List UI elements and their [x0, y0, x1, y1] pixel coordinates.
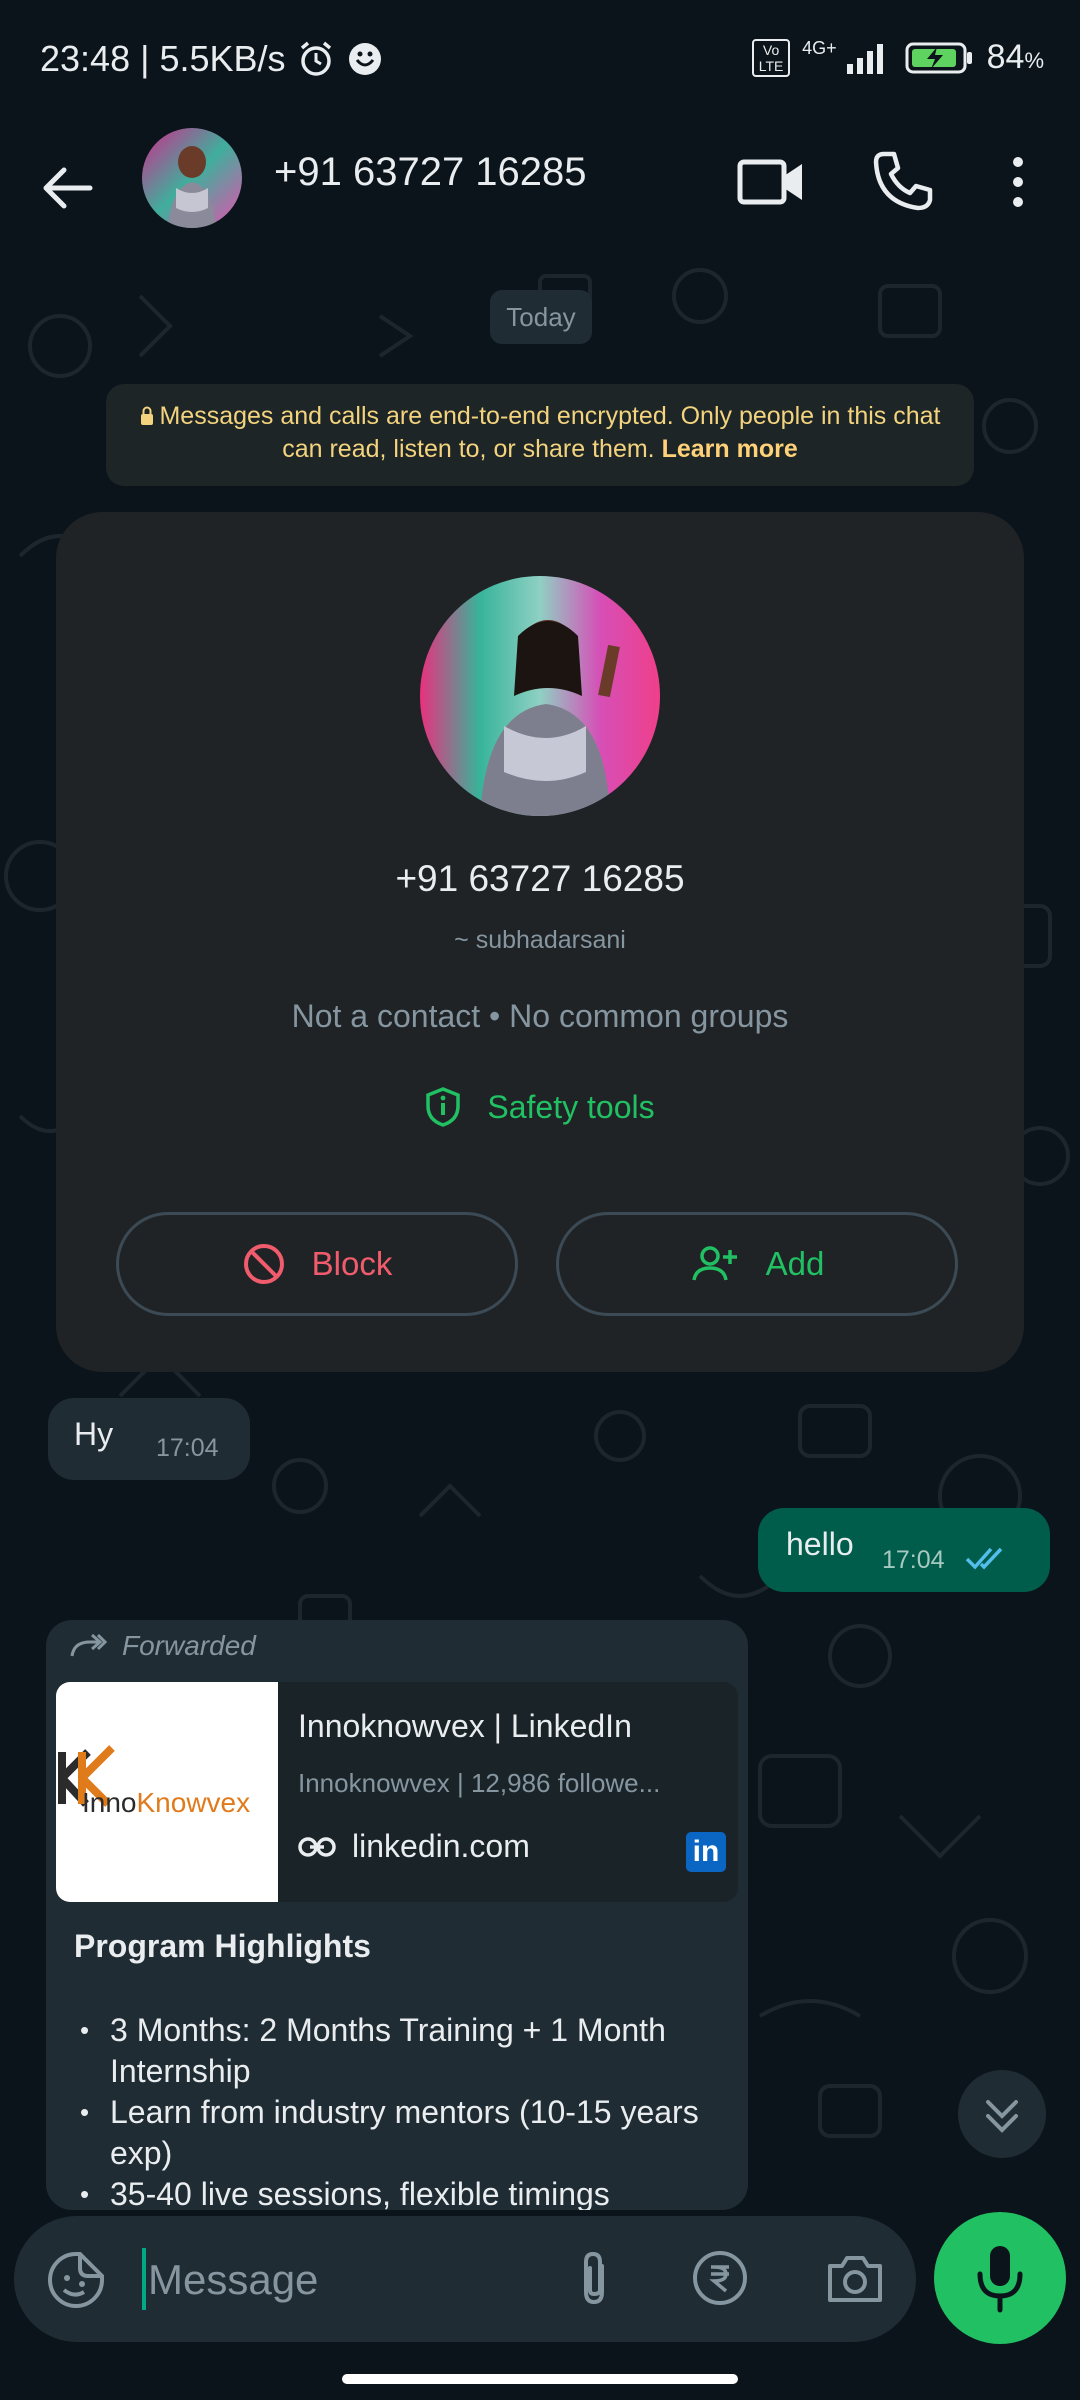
encryption-notice[interactable]: Messages and calls are end-to-end encryp… — [106, 384, 974, 486]
block-label: Block — [311, 1245, 393, 1282]
alarm-icon — [300, 41, 331, 76]
forwarded-label: Forwarded — [68, 1630, 256, 1662]
status-speed: 5.5KB/s — [159, 38, 286, 79]
lock-icon — [141, 406, 154, 425]
double-tick-icon — [965, 1547, 1003, 1570]
message-composer — [14, 2216, 916, 2342]
scroll-to-bottom-button[interactable] — [958, 2070, 1046, 2158]
link-description: Innoknowvex | 12,986 followe... — [298, 1768, 661, 1798]
video-call-icon[interactable] — [736, 152, 806, 212]
linkedin-icon: in — [686, 1832, 726, 1872]
contact-info-card: +91 63727 16285 ~ subhadarsani Not a con… — [56, 512, 1024, 1372]
link-thumbnail: InnoKnowvex — [56, 1682, 278, 1902]
mic-icon — [977, 2246, 1023, 2313]
home-indicator[interactable] — [342, 2374, 738, 2384]
more-vert-icon[interactable] — [998, 150, 1038, 214]
link-domain: linkedin.com — [298, 1828, 530, 1865]
status-left: 23:48 | 5.5KB/s — [40, 38, 384, 80]
message-text: Hy — [74, 1416, 114, 1452]
block-icon — [243, 1244, 284, 1284]
chat-header: +91 63727 16285 — [0, 126, 1080, 256]
back-arrow-icon[interactable] — [36, 156, 100, 220]
message-input[interactable] — [146, 2244, 550, 2316]
add-contact-button[interactable]: Add — [556, 1212, 958, 1316]
learn-more-link[interactable]: Learn more — [662, 435, 798, 463]
message-text: hello — [786, 1526, 854, 1562]
volte-badge: Vo LTE — [752, 38, 791, 77]
forward-icon — [70, 1633, 108, 1657]
highlights-list: 3 Months: 2 Months Training + 1 Month In… — [74, 2010, 734, 2210]
contact-status: Not a contact • No common groups — [291, 998, 789, 1034]
block-button[interactable]: Block — [116, 1212, 518, 1316]
program-highlights-title: Program Highlights — [74, 1928, 371, 1964]
add-label: Add — [765, 1245, 825, 1282]
message-forwarded[interactable]: Forwarded InnoKnowvex Innoknowvex | Link… — [46, 1620, 748, 2210]
status-time: 23:48 — [40, 38, 131, 79]
avatar[interactable] — [142, 128, 242, 228]
status-bar: 23:48 | 5.5KB/s Vo LTE 4G+ 84% — [0, 0, 1080, 126]
chevrons-down-icon — [986, 2100, 1018, 2133]
message-incoming[interactable]: Hy 17:04 — [48, 1398, 250, 1480]
safety-tools-link[interactable]: Safety tools — [56, 1086, 1024, 1128]
link-preview[interactable]: InnoKnowvex Innoknowvex | LinkedIn Innok… — [56, 1682, 738, 1902]
contact-photo[interactable] — [420, 576, 660, 816]
add-person-icon — [691, 1246, 737, 1281]
message-time: 17:04 — [156, 1434, 219, 1462]
status-right: Vo LTE 4G+ 84% — [752, 38, 1044, 77]
contact-phone: +91 63727 16285 — [395, 858, 685, 899]
signal-icon — [846, 43, 883, 74]
sticker-icon[interactable] — [46, 2250, 106, 2310]
link-title: Innoknowvex | LinkedIn — [298, 1708, 632, 1744]
camera-icon[interactable] — [824, 2248, 886, 2308]
list-item: 35-40 live sessions, flexible timings — [74, 2174, 734, 2210]
voice-record-button[interactable] — [934, 2212, 1066, 2344]
voice-call-icon[interactable] — [870, 148, 936, 214]
attach-icon[interactable] — [566, 2248, 626, 2310]
battery-level: 84% — [986, 38, 1044, 76]
shield-icon — [426, 1087, 461, 1127]
link-icon — [298, 1836, 336, 1857]
face-icon — [348, 43, 381, 75]
innoknowvex-logo: InnoKnowvex — [58, 1745, 250, 1818]
contact-title[interactable]: +91 63727 16285 — [274, 150, 587, 195]
date-chip: Today — [490, 290, 592, 344]
svg-text:InnoKnowvex: InnoKnowvex — [82, 1787, 250, 1818]
battery-icon — [905, 42, 972, 73]
safety-tools-label: Safety tools — [487, 1088, 655, 1125]
list-item: Learn from industry mentors (10-15 years… — [74, 2092, 734, 2174]
rupee-icon[interactable] — [690, 2248, 750, 2308]
contact-push-name: ~ subhadarsani — [454, 926, 626, 954]
message-outgoing[interactable]: hello 17:04 — [758, 1508, 1050, 1592]
encryption-text: Messages and calls are end-to-end encryp… — [159, 402, 941, 463]
network-type: 4G+ — [802, 38, 837, 58]
list-item: 3 Months: 2 Months Training + 1 Month In… — [74, 2010, 734, 2092]
message-time: 17:04 — [882, 1546, 945, 1574]
